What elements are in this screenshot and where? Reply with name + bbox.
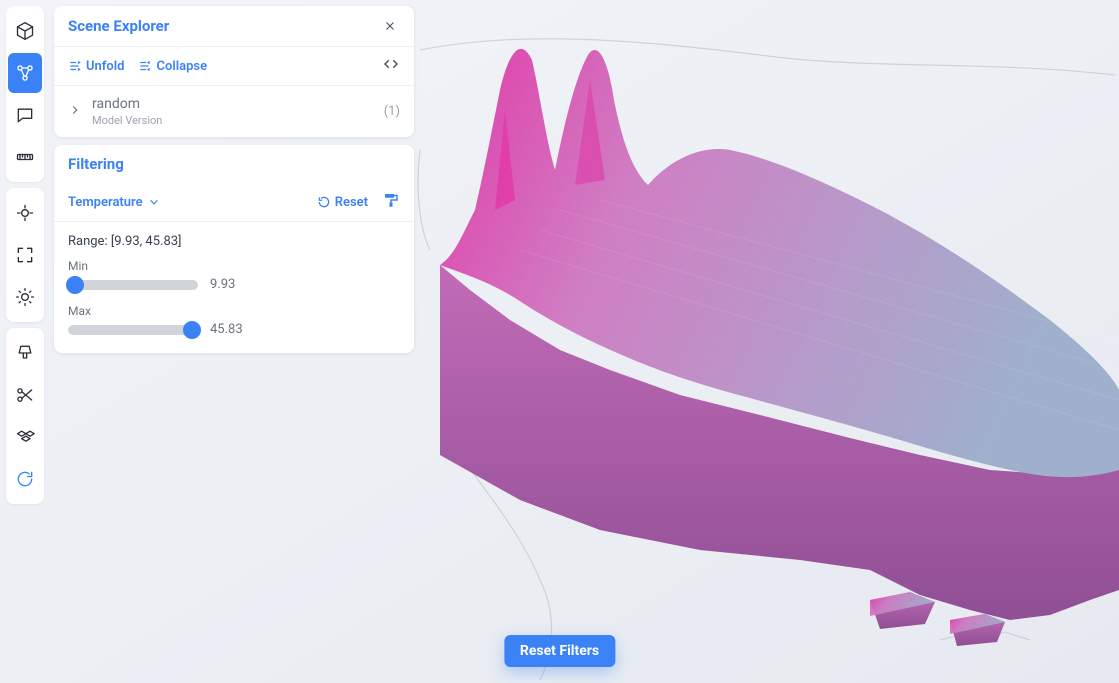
min-slider[interactable] [68, 280, 198, 290]
collapse-label: Collapse [156, 59, 207, 74]
filter-property-label: Temperature [68, 195, 143, 210]
tool-rotate[interactable] [8, 459, 42, 499]
scene-explorer-title: Scene Explorer [68, 17, 169, 35]
tree-item-name: random [92, 96, 374, 112]
scene-explorer-panel: Scene Explorer Unfold Collapse [54, 6, 414, 137]
tool-chat[interactable] [8, 95, 42, 135]
min-slider-thumb[interactable] [66, 276, 84, 294]
unfold-button[interactable]: Unfold [68, 59, 124, 74]
code-toggle-button[interactable] [382, 55, 400, 77]
filter-range-text: Range: [9.93, 45.83] [68, 234, 400, 249]
max-slider-label: Max [68, 304, 400, 318]
filtering-panel: Filtering Temperature Reset Range: [9.93… [54, 145, 414, 353]
tool-graph[interactable] [8, 53, 42, 93]
min-slider-label: Min [68, 259, 400, 273]
tool-ruler[interactable] [8, 137, 42, 177]
filter-reset-label: Reset [335, 195, 368, 210]
tool-expand[interactable] [8, 235, 42, 275]
main-toolbar [6, 6, 44, 504]
max-slider-value: 45.83 [210, 322, 243, 337]
unfold-label: Unfold [86, 59, 124, 74]
tool-cube[interactable] [8, 11, 42, 51]
tool-sun[interactable] [8, 277, 42, 317]
scene-explorer-close-button[interactable] [380, 16, 400, 36]
max-slider[interactable] [68, 325, 198, 335]
max-slider-thumb[interactable] [183, 321, 201, 339]
tree-item-count: (1) [384, 104, 400, 119]
collapse-button[interactable]: Collapse [138, 59, 207, 74]
tool-compass[interactable] [8, 193, 42, 233]
tree-row[interactable]: random Model Version (1) [54, 86, 414, 137]
tool-scissors[interactable] [8, 375, 42, 415]
tree-item-subtitle: Model Version [92, 114, 374, 127]
tool-boxes[interactable] [8, 417, 42, 457]
paint-roller-icon[interactable] [382, 191, 400, 213]
reset-filters-button[interactable]: Reset Filters [504, 635, 615, 667]
min-slider-value: 9.93 [210, 277, 235, 292]
tool-lamp[interactable] [8, 333, 42, 373]
filtering-title: Filtering [68, 155, 124, 173]
filter-reset-button[interactable]: Reset [317, 195, 368, 210]
filter-property-dropdown[interactable]: Temperature [68, 195, 161, 210]
chevron-right-icon[interactable] [68, 102, 82, 121]
